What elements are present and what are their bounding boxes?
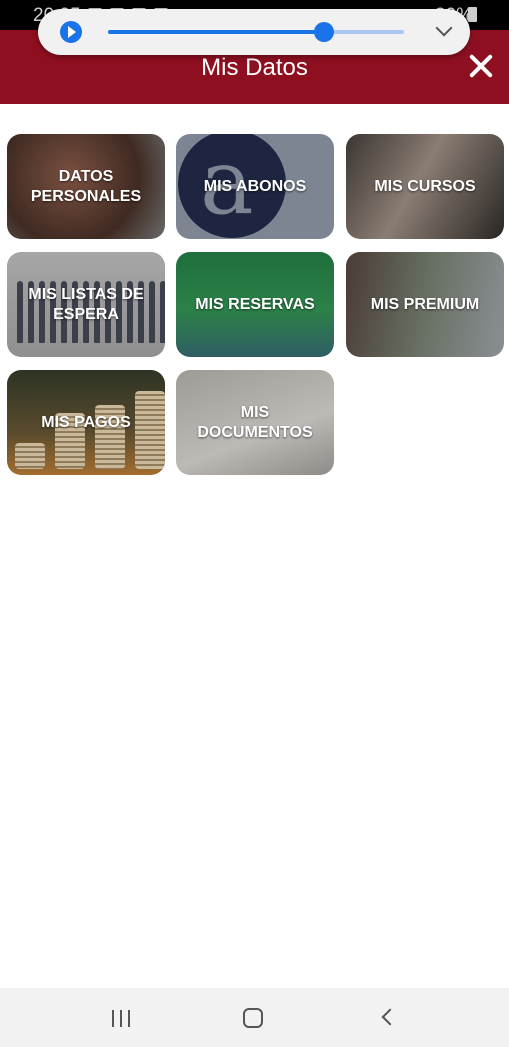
tile-datos-personales[interactable]: DATOS PERSONALES [7, 134, 165, 239]
system-nav-bar [0, 988, 509, 1047]
tile-label: MIS CURSOS [374, 177, 476, 195]
tile-label: MIS LISTAS DE ESPERA [28, 285, 144, 323]
tile-label: MIS PREMIUM [370, 295, 480, 313]
tile-label: MIS RESERVAS [195, 295, 315, 313]
seek-progress [108, 30, 325, 34]
tile-mis-documentos[interactable]: MIS DOCUMENTOS [176, 370, 334, 475]
close-button[interactable] [467, 52, 495, 80]
chevron-down-icon[interactable] [435, 19, 453, 37]
battery-icon [468, 7, 477, 22]
tile-label: MIS PAGOS [41, 413, 131, 431]
home-button[interactable] [243, 1008, 263, 1028]
page-title: Mis Datos [201, 54, 308, 81]
tile-mis-cursos[interactable]: MIS CURSOS [346, 134, 504, 239]
screen: 20:05 30% Mis Datos DATOS PERSONALES a [0, 0, 509, 1047]
back-button[interactable] [381, 1008, 399, 1026]
seek-thumb[interactable] [314, 22, 335, 42]
tile-mis-abonos[interactable]: a MIS ABONOS [176, 134, 334, 239]
tile-mis-premium[interactable]: MIS PREMIUM [346, 252, 504, 357]
tile-mis-pagos[interactable]: MIS PAGOS [7, 370, 165, 475]
tile-mis-listas-de-espera[interactable]: MIS LISTAS DE ESPERA [7, 252, 165, 357]
tile-label: DATOS PERSONALES [30, 167, 142, 205]
seek-bar[interactable] [108, 22, 404, 42]
play-button[interactable] [60, 21, 82, 43]
tile-label: MIS DOCUMENTOS [197, 403, 313, 441]
recent-apps-button[interactable] [112, 1010, 130, 1027]
tile-mis-reservas[interactable]: MIS RESERVAS [176, 252, 334, 357]
media-control-bar [38, 9, 470, 55]
tile-label: MIS ABONOS [203, 177, 307, 195]
